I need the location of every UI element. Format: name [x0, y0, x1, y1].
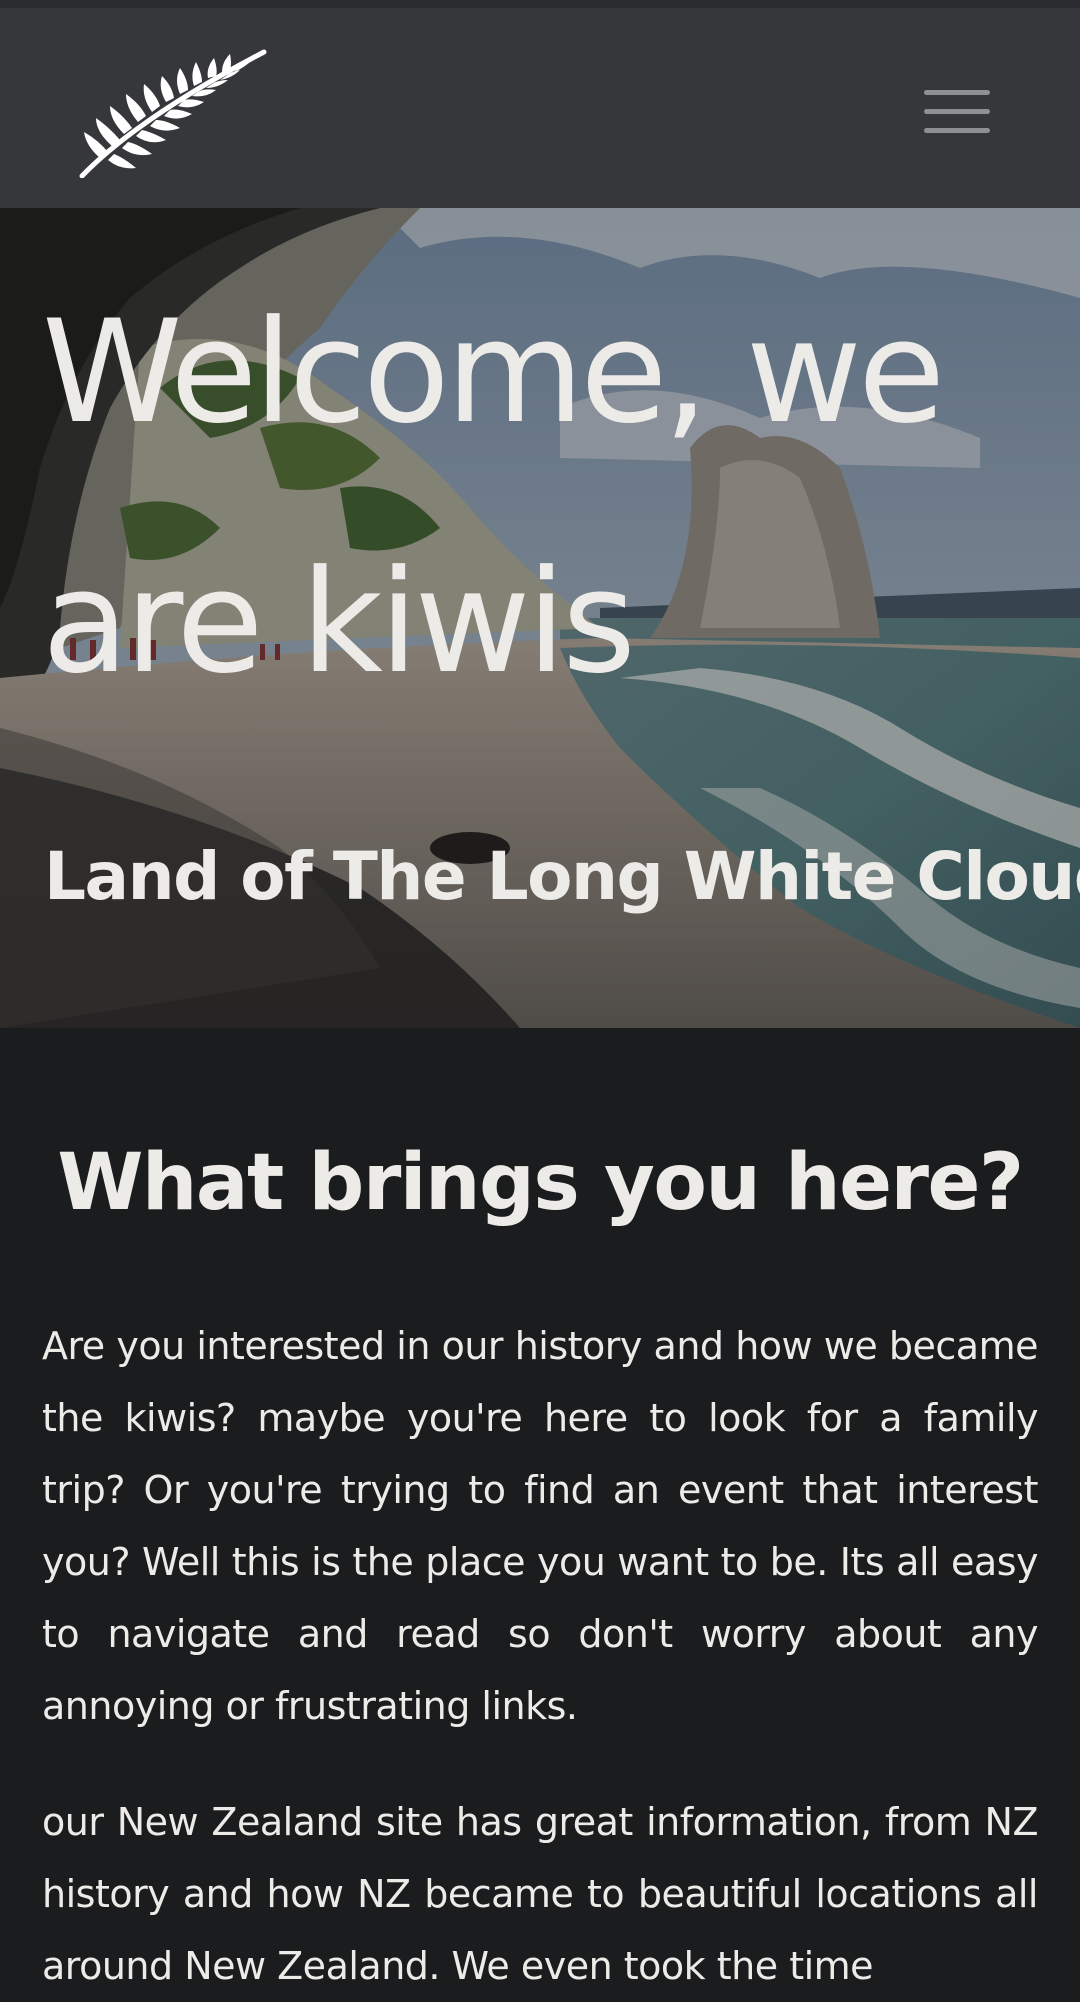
- top-strip: [0, 0, 1080, 8]
- hero-banner: Welcome, we are kiwis Land of The Long W…: [0, 208, 1080, 1028]
- silver-fern-icon: [79, 49, 267, 179]
- menu-toggle-button[interactable]: [916, 80, 998, 142]
- hamburger-line: [924, 109, 990, 114]
- hero-title: Welcome, we are kiwis: [42, 290, 945, 705]
- intro-paragraph-1: Are you interested in our history and ho…: [42, 1324, 1039, 1728]
- intro-section: What brings you here? Are you interested…: [0, 1028, 1080, 2001]
- navbar: [0, 8, 1080, 208]
- hamburger-line: [924, 128, 990, 133]
- section-heading: What brings you here?: [57, 1138, 1024, 1228]
- home-logo-link[interactable]: [78, 48, 268, 179]
- hero-subtitle: Land of The Long White Cloud: [44, 838, 1080, 915]
- intro-paragraph-2: our New Zealand site has great informati…: [42, 1800, 1039, 1988]
- hamburger-line: [924, 90, 990, 95]
